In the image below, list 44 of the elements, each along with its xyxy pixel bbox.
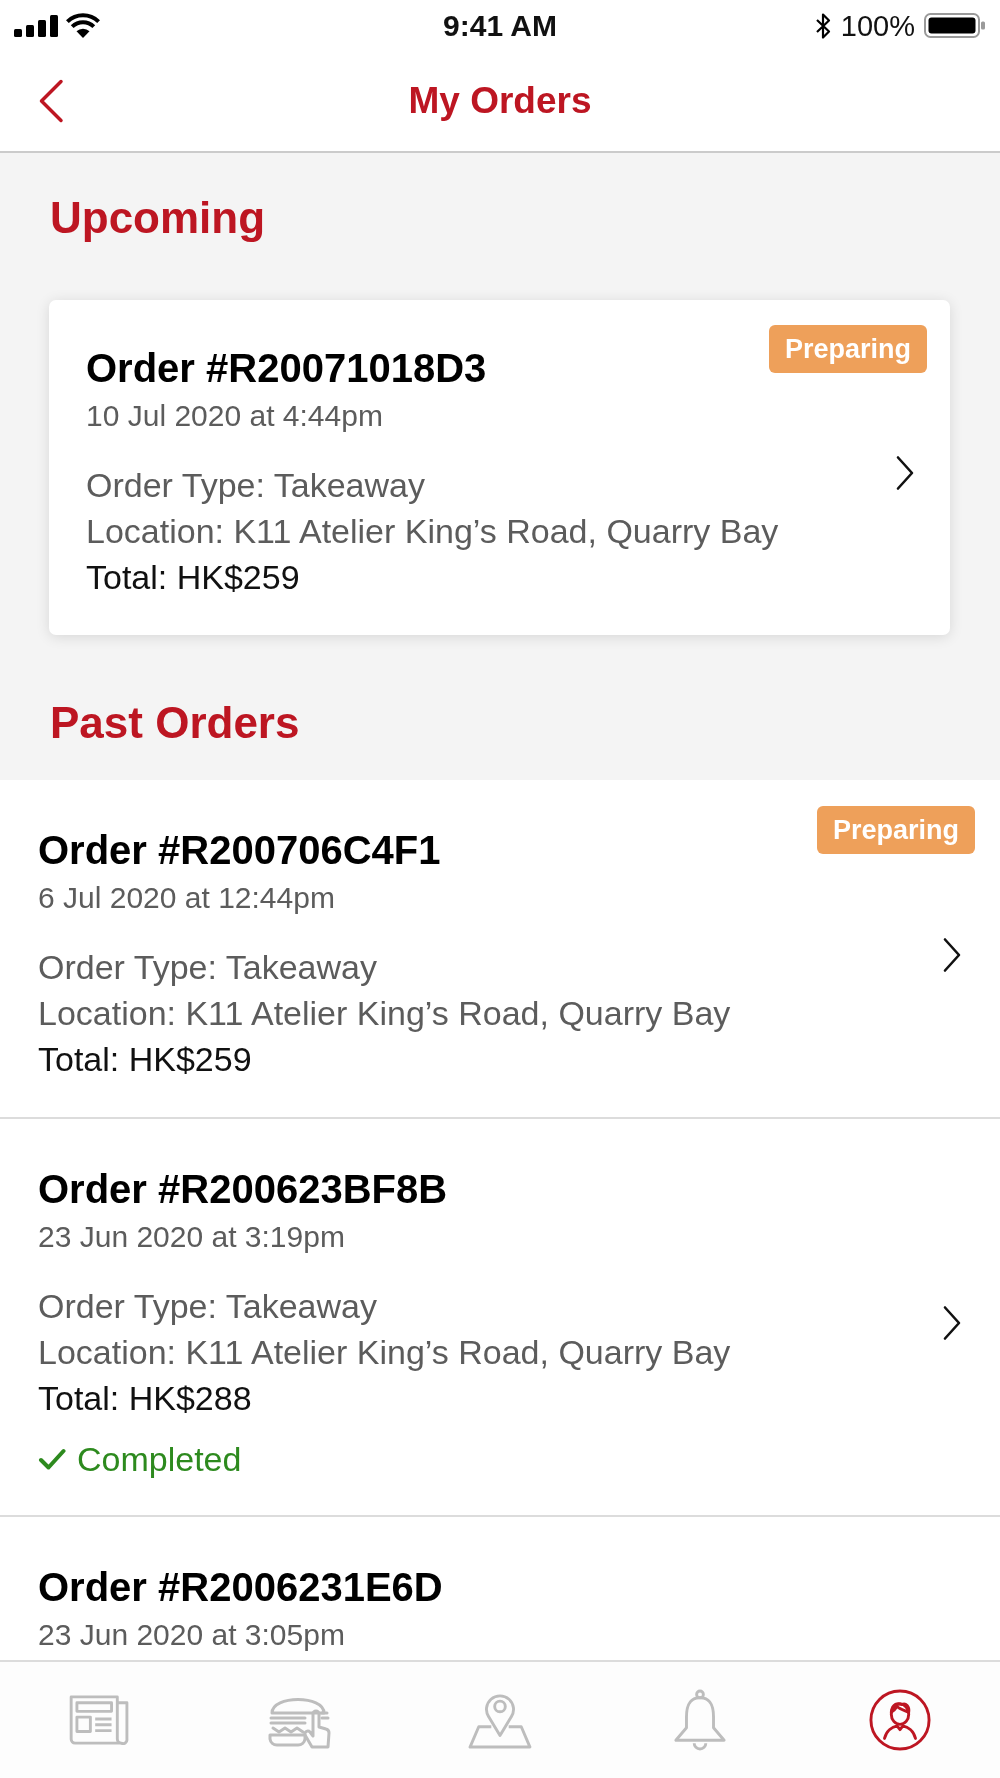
- order-location: Location: K11 Atelier King’s Road, Quarry Bay: [38, 993, 731, 1034]
- order-type: Order Type: Takeaway: [38, 947, 377, 988]
- section-heading: Past Orders: [50, 697, 300, 749]
- order-date: 10 Jul 2020 at 4:44pm: [86, 398, 383, 434]
- order-total: Total: HK$259: [38, 1039, 252, 1080]
- order-card[interactable]: Order #R20071018D3 10 Jul 2020 at 4:44pm Order Type: Takeaway Location: K11 Atelier King’s Road, Quarry Bay Total: HK$259 Preparing: [49, 300, 950, 635]
- order-location: Location: K11 Atelier King’s Road, Quarry Bay: [38, 1332, 731, 1373]
- order-number: Order #R20071018D3: [86, 346, 487, 390]
- order-type: Order Type: Takeaway: [38, 1286, 377, 1327]
- check-icon: [38, 1447, 66, 1471]
- order-number: Order #R2006231E6D: [38, 1565, 443, 1609]
- order-row[interactable]: Order #R2006231E6D 23 Jun 2020 at 3:05pm: [0, 1517, 1000, 1660]
- newspaper-icon: [69, 1695, 131, 1745]
- chevron-right-icon: [942, 1305, 962, 1341]
- order-date: 23 Jun 2020 at 3:05pm: [38, 1617, 345, 1653]
- back-button[interactable]: [38, 79, 64, 123]
- order-type: Order Type: Takeaway: [86, 465, 425, 506]
- map-pin-icon: [467, 1691, 533, 1749]
- order-date: 6 Jul 2020 at 12:44pm: [38, 880, 335, 916]
- status-label: Completed: [77, 1439, 242, 1479]
- order-total: Total: HK$288: [38, 1378, 252, 1419]
- order-total: Total: HK$259: [86, 557, 300, 598]
- status-time: 9:41 AM: [443, 7, 557, 44]
- person-icon: [869, 1689, 931, 1751]
- bell-icon: [672, 1689, 728, 1751]
- order-number: Order #R200623BF8B: [38, 1167, 448, 1211]
- order-date: 23 Jun 2020 at 3:19pm: [38, 1219, 345, 1255]
- order-row[interactable]: Order #R200706C4F1 6 Jul 2020 at 12:44pm Order Type: Takeaway Location: K11 Atelier King’s Road, Quarry Bay Total: HK$259 Preparing: [0, 780, 1000, 1119]
- order-number: Order #R200706C4F1: [38, 828, 441, 872]
- battery-icon: [924, 13, 986, 38]
- chevron-left-icon: [38, 79, 64, 123]
- bluetooth-icon: [814, 11, 832, 40]
- status-badge: Preparing: [768, 325, 927, 373]
- chevron-right-icon: [895, 455, 915, 491]
- order-location: Location: K11 Atelier King’s Road, Quarry Bay: [86, 511, 779, 552]
- section-heading: Upcoming: [50, 192, 266, 244]
- battery-percentage: 100%: [840, 8, 915, 43]
- signal-icon: [14, 14, 58, 37]
- wifi-icon: [65, 13, 101, 38]
- status-badge: Preparing: [816, 806, 975, 854]
- tab-bar-item[interactable]: [869, 1689, 931, 1751]
- order-row[interactable]: Order #R200623BF8B 23 Jun 2020 at 3:19pm Order Type: Takeaway Location: K11 Atelier King’s Road, Quarry Bay Total: HK$288 Completed: [0, 1119, 1000, 1517]
- chevron-right-icon: [942, 937, 962, 973]
- page-title: My Orders: [408, 79, 592, 123]
